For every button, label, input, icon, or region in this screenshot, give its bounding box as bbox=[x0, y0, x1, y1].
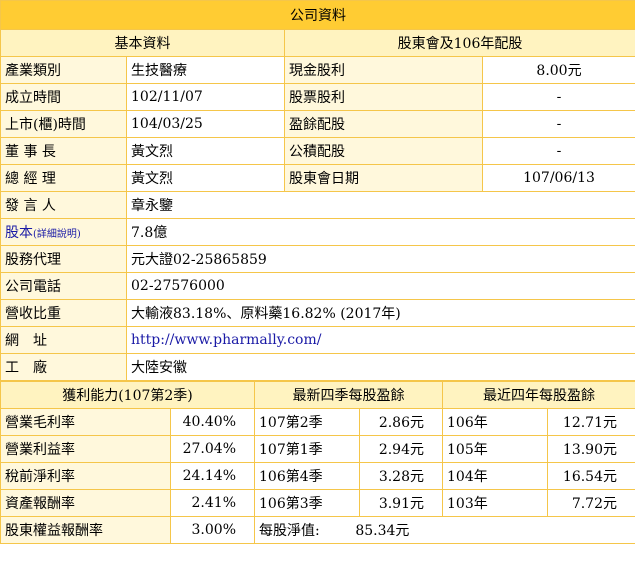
basic-value: 生技醫療 bbox=[126, 56, 285, 84]
website-link[interactable]: http://www.pharmally.com/ bbox=[131, 332, 321, 348]
capital-detail-link[interactable]: 股本(詳細說明) bbox=[5, 225, 81, 241]
eps4q-value: 2.86元 bbox=[359, 408, 443, 436]
dividend-label: 盈餘配股 bbox=[284, 110, 483, 138]
profit-label: 資產報酬率 bbox=[0, 489, 171, 517]
capital-label-cell: 股本(詳細說明) bbox=[0, 218, 127, 246]
profit-header: 獲利能力(107第2季) bbox=[0, 381, 255, 409]
eps4q-period: 107第1季 bbox=[254, 435, 360, 463]
eps4y-value: 16.54元 bbox=[547, 462, 635, 490]
capital-value: 7.8億 bbox=[126, 218, 635, 246]
profit-label: 稅前淨利率 bbox=[0, 462, 171, 490]
revenue-label: 營收比重 bbox=[0, 299, 127, 327]
profit-value: 2.41% bbox=[170, 489, 255, 517]
profit-label: 股東權益報酬率 bbox=[0, 516, 171, 544]
profit-label: 營業毛利率 bbox=[0, 408, 171, 436]
dividend-label: 公積配股 bbox=[284, 137, 483, 165]
dividend-value: - bbox=[482, 83, 635, 111]
earnings-table: 獲利能力(107第2季) 最新四季每股盈餘 最近四年每股盈餘 營業毛利率 40.… bbox=[0, 381, 635, 544]
spokesperson-value: 章永鑒 bbox=[126, 191, 635, 219]
company-info-table: 公司資料 基本資料 股東會及106年配股 產業類別 生技醫療 現金股利 8.00… bbox=[0, 0, 635, 381]
factory-value: 大陸安徽 bbox=[126, 353, 635, 381]
profit-value: 40.40% bbox=[170, 408, 255, 436]
eps4y-year: 104年 bbox=[442, 462, 548, 490]
dividend-header: 股東會及106年配股 bbox=[284, 29, 635, 57]
capital-detail-text: (詳細說明) bbox=[33, 229, 81, 240]
basic-value: 104/03/25 bbox=[126, 110, 285, 138]
nav-value: 85.34元 bbox=[355, 523, 410, 539]
basic-label: 上市(櫃)時間 bbox=[0, 110, 127, 138]
dividend-value: 107/06/13 bbox=[482, 164, 635, 192]
nav-cell: 每股淨值: 85.34元 bbox=[254, 516, 635, 544]
eps4y-value: 7.72元 bbox=[547, 489, 635, 517]
website-cell: http://www.pharmally.com/ bbox=[126, 326, 635, 354]
dividend-label: 股票股利 bbox=[284, 83, 483, 111]
page-title: 公司資料 bbox=[0, 0, 635, 30]
factory-label: 工 廠 bbox=[0, 353, 127, 381]
eps4y-value: 13.90元 bbox=[547, 435, 635, 463]
capital-label: 股本 bbox=[5, 225, 33, 241]
eps4y-year: 105年 bbox=[442, 435, 548, 463]
eps4y-value: 12.71元 bbox=[547, 408, 635, 436]
profit-label: 營業利益率 bbox=[0, 435, 171, 463]
dividend-value: - bbox=[482, 110, 635, 138]
eps4q-period: 107第2季 bbox=[254, 408, 360, 436]
profit-value: 3.00% bbox=[170, 516, 255, 544]
eps4y-header: 最近四年每股盈餘 bbox=[442, 381, 635, 409]
spokesperson-label: 發 言 人 bbox=[0, 191, 127, 219]
eps4q-period: 106第4季 bbox=[254, 462, 360, 490]
basic-value: 黃文烈 bbox=[126, 137, 285, 165]
basic-label: 產業類別 bbox=[0, 56, 127, 84]
eps4q-value: 3.91元 bbox=[359, 489, 443, 517]
dividend-value: - bbox=[482, 137, 635, 165]
website-label: 網 址 bbox=[0, 326, 127, 354]
phone-label: 公司電話 bbox=[0, 272, 127, 300]
basic-label: 總 經 理 bbox=[0, 164, 127, 192]
dividend-label: 現金股利 bbox=[284, 56, 483, 84]
eps4q-period: 106第3季 bbox=[254, 489, 360, 517]
eps4q-value: 3.28元 bbox=[359, 462, 443, 490]
dividend-value: 8.00元 bbox=[482, 56, 635, 84]
eps4y-year: 103年 bbox=[442, 489, 548, 517]
basic-label: 成立時間 bbox=[0, 83, 127, 111]
phone-value: 02-27576000 bbox=[126, 272, 635, 300]
profit-value: 27.04% bbox=[170, 435, 255, 463]
basic-value: 黃文烈 bbox=[126, 164, 285, 192]
nav-label: 每股淨值: bbox=[259, 523, 320, 539]
agent-label: 股務代理 bbox=[0, 245, 127, 273]
revenue-value: 大輸液83.18%、原料藥16.82% (2017年) bbox=[126, 299, 635, 327]
eps4q-header: 最新四季每股盈餘 bbox=[254, 381, 443, 409]
eps4q-value: 2.94元 bbox=[359, 435, 443, 463]
agent-value: 元大證02-25865859 bbox=[126, 245, 635, 273]
basic-label: 董 事 長 bbox=[0, 137, 127, 165]
eps4y-year: 106年 bbox=[442, 408, 548, 436]
basic-header: 基本資料 bbox=[0, 29, 285, 57]
dividend-label: 股東會日期 bbox=[284, 164, 483, 192]
basic-value: 102/11/07 bbox=[126, 83, 285, 111]
profit-value: 24.14% bbox=[170, 462, 255, 490]
